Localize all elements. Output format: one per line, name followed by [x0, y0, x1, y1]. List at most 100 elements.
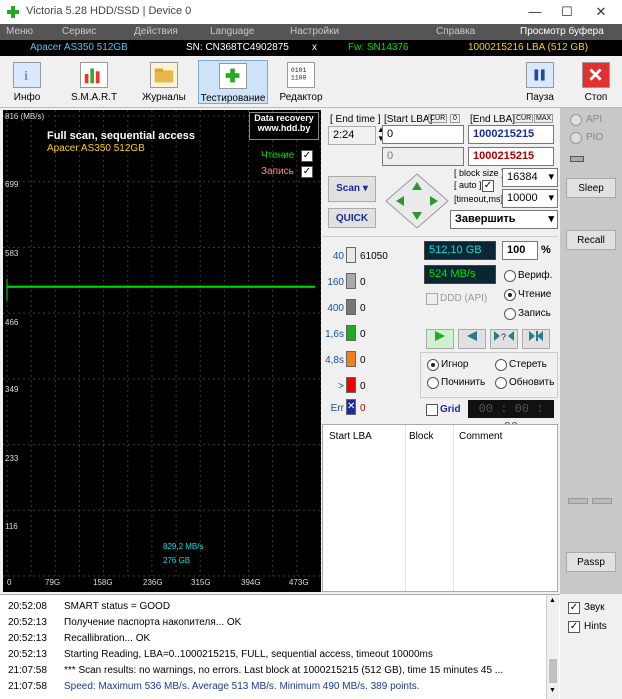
event-log: 20:52:08 SMART status = GOOD 20:52:13 По… [0, 594, 560, 699]
smart-button[interactable]: S.M.A.R.T [62, 60, 126, 104]
end-time-input[interactable]: 2:24 [328, 126, 376, 145]
svg-text:?: ? [501, 332, 506, 342]
y-tick-label: 233 [5, 454, 19, 463]
menu-item-main[interactable]: Меню [6, 26, 33, 37]
scan-graph: 816 (MB/s) 699 583 466 349 233 116 0 79G… [3, 110, 321, 592]
write-radio[interactable] [504, 308, 516, 320]
block-err-swatch: ✕ [346, 399, 356, 415]
start-lba-input[interactable]: 0 [382, 125, 464, 144]
start-zero-button[interactable]: 0 [450, 114, 460, 123]
api-label: API [586, 114, 603, 125]
chevron-down-icon: ▾ [548, 171, 554, 183]
menu-item-buffer[interactable]: Просмотр буфера [520, 26, 604, 37]
passport-button[interactable]: Passp [566, 552, 616, 572]
testing-button[interactable]: Тестирование [198, 60, 268, 104]
drive-info-bar: Apacer AS350 512GB SN: CN368TC4902875 x … [0, 40, 622, 56]
menu-item-help[interactable]: Справка [436, 26, 475, 37]
log-scrollbar[interactable]: ▲ ▼ [546, 595, 559, 699]
scroll-up-icon[interactable]: ▲ [549, 597, 556, 604]
close-drive-icon[interactable]: x [312, 42, 317, 53]
column-divider [405, 425, 406, 591]
pause-icon [526, 62, 554, 88]
block-40-swatch [346, 247, 356, 263]
editor-button[interactable]: 0101 1100 Редактор [276, 60, 326, 104]
block-size-select[interactable]: 16384 ▾ [502, 168, 558, 187]
pio-radio[interactable] [570, 132, 582, 144]
scanned-size-readout: 512,10 GB [424, 241, 496, 260]
window-title: Victoria 5.28 HDD/SSD | Device 0 [26, 5, 192, 17]
direction-pad[interactable] [384, 172, 450, 230]
end-cur-button[interactable]: CUR [514, 114, 534, 123]
sleep-button[interactable]: Sleep [566, 178, 616, 198]
chevron-down-icon: ▾ [548, 213, 554, 225]
pause-button[interactable]: Пауза [518, 60, 562, 104]
ddd-api-checkbox[interactable] [426, 293, 438, 305]
erase-radio[interactable] [495, 359, 507, 371]
scroll-thumb[interactable] [549, 659, 557, 683]
menu-item-service[interactable]: Сервис [62, 26, 96, 37]
x-tick-label: 394G [241, 578, 261, 587]
skip-question-icon: ? [494, 331, 514, 342]
log-message: Recallibration... OK [64, 633, 151, 644]
x-tick-label: 0 [7, 578, 12, 587]
hex-editor-icon: 0101 1100 [287, 62, 315, 88]
info-icon: i [13, 62, 41, 88]
finish-action-select[interactable]: Завершить ▾ [450, 210, 558, 229]
repair-mode-panel: Игнор Стереть Починить Обновить [420, 352, 558, 398]
verify-radio[interactable] [504, 270, 516, 282]
logs-button[interactable]: Журналы [134, 60, 194, 104]
start-cur-button[interactable]: CUR [428, 114, 448, 123]
current-end-lba-field: 1000215215 [468, 147, 554, 166]
smart-chart-icon [80, 62, 108, 88]
ddd-api-label: DDD (API) [440, 293, 488, 304]
log-options: ✓ Звук ✓ Hints [560, 594, 622, 699]
block-40-label: 40 [332, 251, 344, 262]
read-radio[interactable] [504, 289, 516, 301]
graph-write-checkbox[interactable]: ✓ [301, 166, 313, 178]
api-radio[interactable] [570, 114, 582, 126]
graph-read-checkbox[interactable]: ✓ [301, 150, 313, 162]
data-recovery-banner[interactable]: Data recovery www.hdd.by [249, 112, 319, 140]
x-tick-label: 315G [191, 578, 211, 587]
sound-checkbox[interactable]: ✓ [568, 602, 580, 614]
play-button[interactable] [426, 329, 454, 349]
defect-table: Start LBA Block Comment [322, 424, 558, 592]
column-start-lba[interactable]: Start LBA [329, 431, 372, 442]
hints-checkbox[interactable]: ✓ [568, 621, 580, 633]
column-comment[interactable]: Comment [459, 431, 502, 442]
stop-button[interactable]: Стоп [574, 60, 618, 104]
log-time: 20:52:08 [8, 601, 47, 612]
ignore-label: Игнор [441, 359, 469, 370]
skip-end-button[interactable] [522, 329, 550, 349]
info-button[interactable]: i Инфо [4, 60, 50, 104]
refresh-radio[interactable] [495, 377, 507, 389]
skip-question-button[interactable]: ? [490, 329, 518, 349]
y-tick-label: 349 [5, 385, 19, 394]
menu-item-language[interactable]: Language [210, 26, 255, 37]
svg-text:0101: 0101 [291, 67, 307, 74]
scroll-down-icon[interactable]: ▼ [549, 687, 556, 694]
timeout-select[interactable]: 10000 ▾ [502, 189, 558, 208]
menu-item-actions[interactable]: Действия [134, 26, 178, 37]
repair-label: Починить [441, 377, 486, 388]
recall-button[interactable]: Recall [566, 230, 616, 250]
log-message: Starting Reading, LBA=0..1000215215, FUL… [64, 649, 433, 660]
auto-checkbox[interactable]: ✓ [482, 180, 494, 192]
sound-label: Звук [584, 602, 605, 613]
scan-button[interactable]: Scan ▾ [328, 176, 376, 202]
repair-radio[interactable] [427, 377, 439, 389]
block-err-count: 0 [360, 403, 366, 414]
menu-item-settings[interactable]: Настройки [290, 26, 339, 37]
end-lba-input[interactable]: 1000215215 [468, 125, 554, 144]
maximize-button[interactable]: ☐ [552, 0, 582, 24]
block-4800-swatch [346, 351, 356, 367]
quick-button[interactable]: QUICK [328, 208, 376, 228]
close-button[interactable]: ✕ [586, 0, 616, 24]
ignore-radio[interactable] [427, 359, 439, 371]
end-max-button[interactable]: MAX [534, 114, 554, 123]
grid-checkbox[interactable] [426, 404, 438, 416]
svg-text:i: i [24, 68, 28, 83]
minimize-button[interactable]: — [520, 0, 550, 24]
column-block[interactable]: Block [409, 431, 433, 442]
rewind-button[interactable] [458, 329, 486, 349]
